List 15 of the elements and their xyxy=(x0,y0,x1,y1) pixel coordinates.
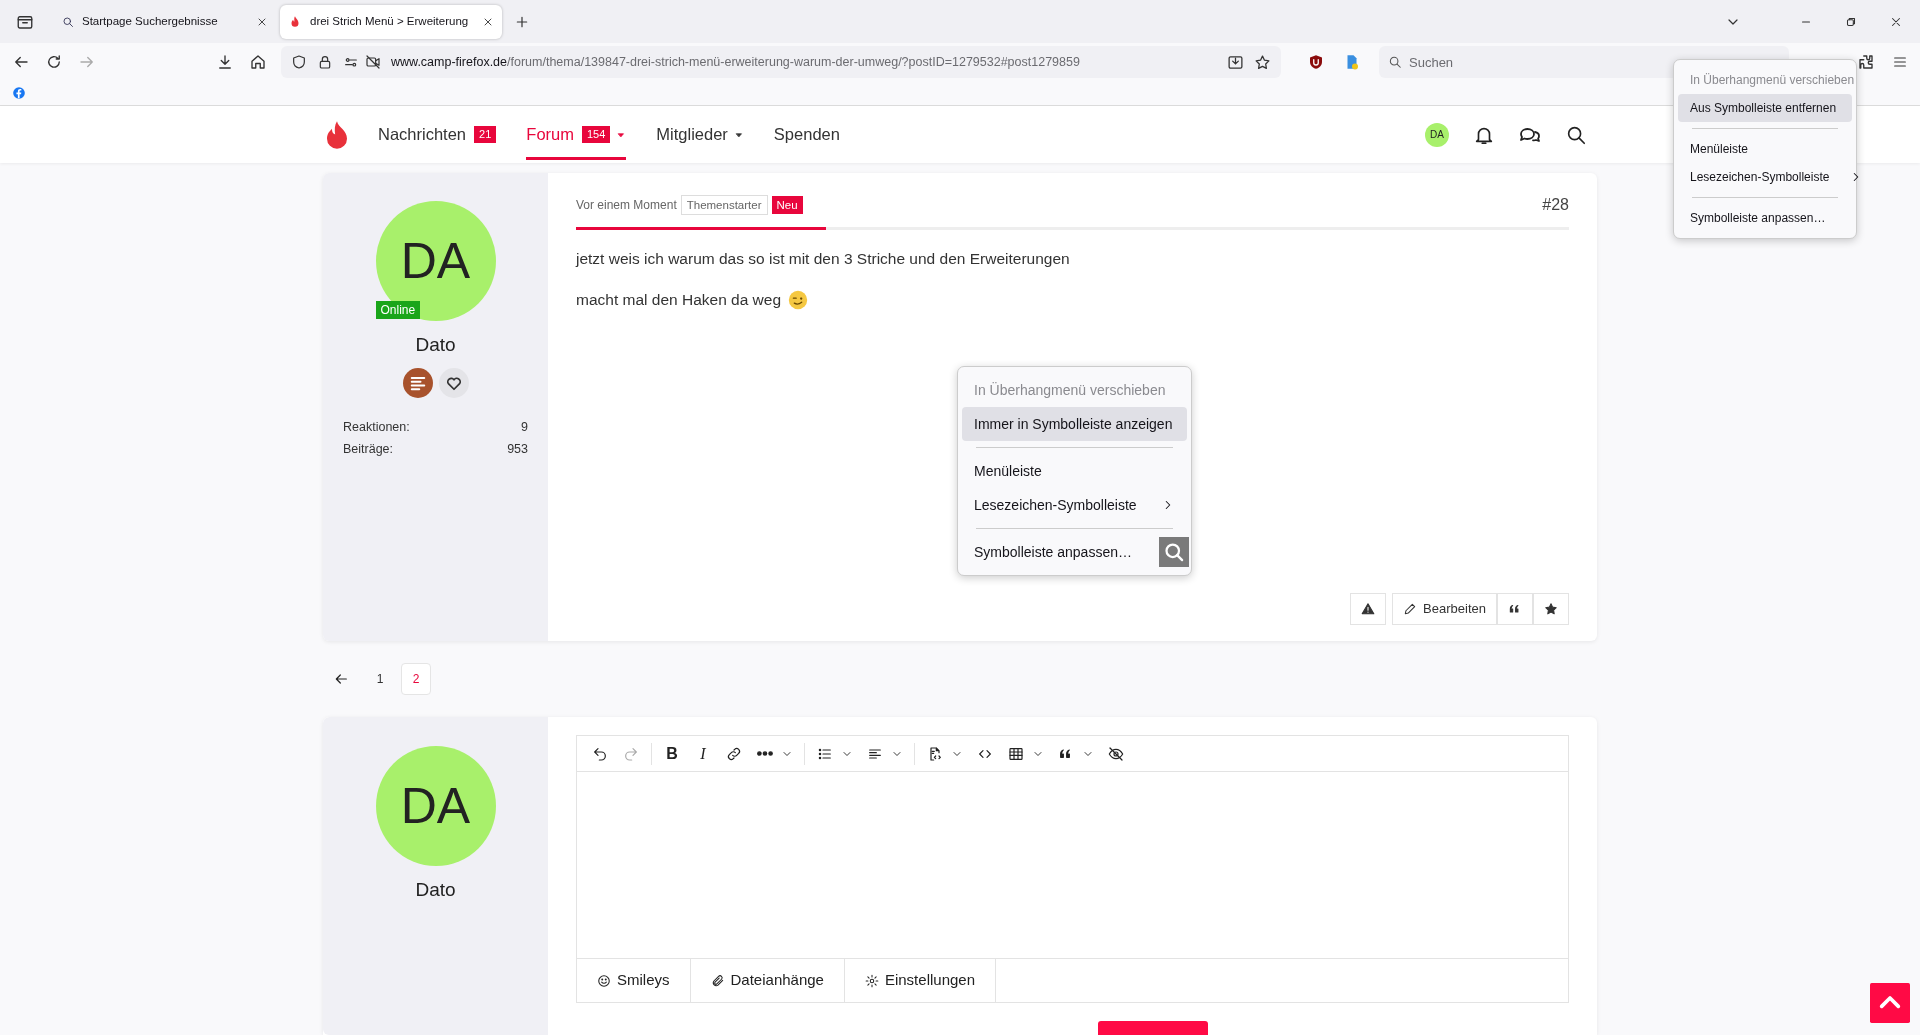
stat-label: Reaktionen: xyxy=(343,418,410,436)
count-badge: 21 xyxy=(474,126,497,143)
tab-title: drei Strich Menü > Erweiterung xyxy=(310,13,470,29)
online-badge: Online xyxy=(375,301,421,319)
count-badge: 154 xyxy=(581,126,611,143)
tab-title: Startpage Suchergebnisse xyxy=(82,13,219,29)
url-text: www.camp-firefox.de/forum/thema/139847-drei-strich-menü-erweiterung-warum-der-umweg/?postID=1279532#post1279859 xyxy=(391,53,1081,71)
post-tag: Themenstarter xyxy=(680,195,768,215)
post-text: jetzt weis ich warum das so ist mit den 3 Striche und den Erweiterungen xyxy=(576,249,1070,269)
stat-value: 953 xyxy=(507,441,528,459)
stat-value: 9 xyxy=(521,418,528,436)
post-text: macht mal den Haken da weg xyxy=(576,290,782,311)
stat-label: Beiträge: xyxy=(343,441,394,459)
post-time: Vor einem Moment xyxy=(576,197,677,214)
post-tag: Neu xyxy=(771,196,803,214)
